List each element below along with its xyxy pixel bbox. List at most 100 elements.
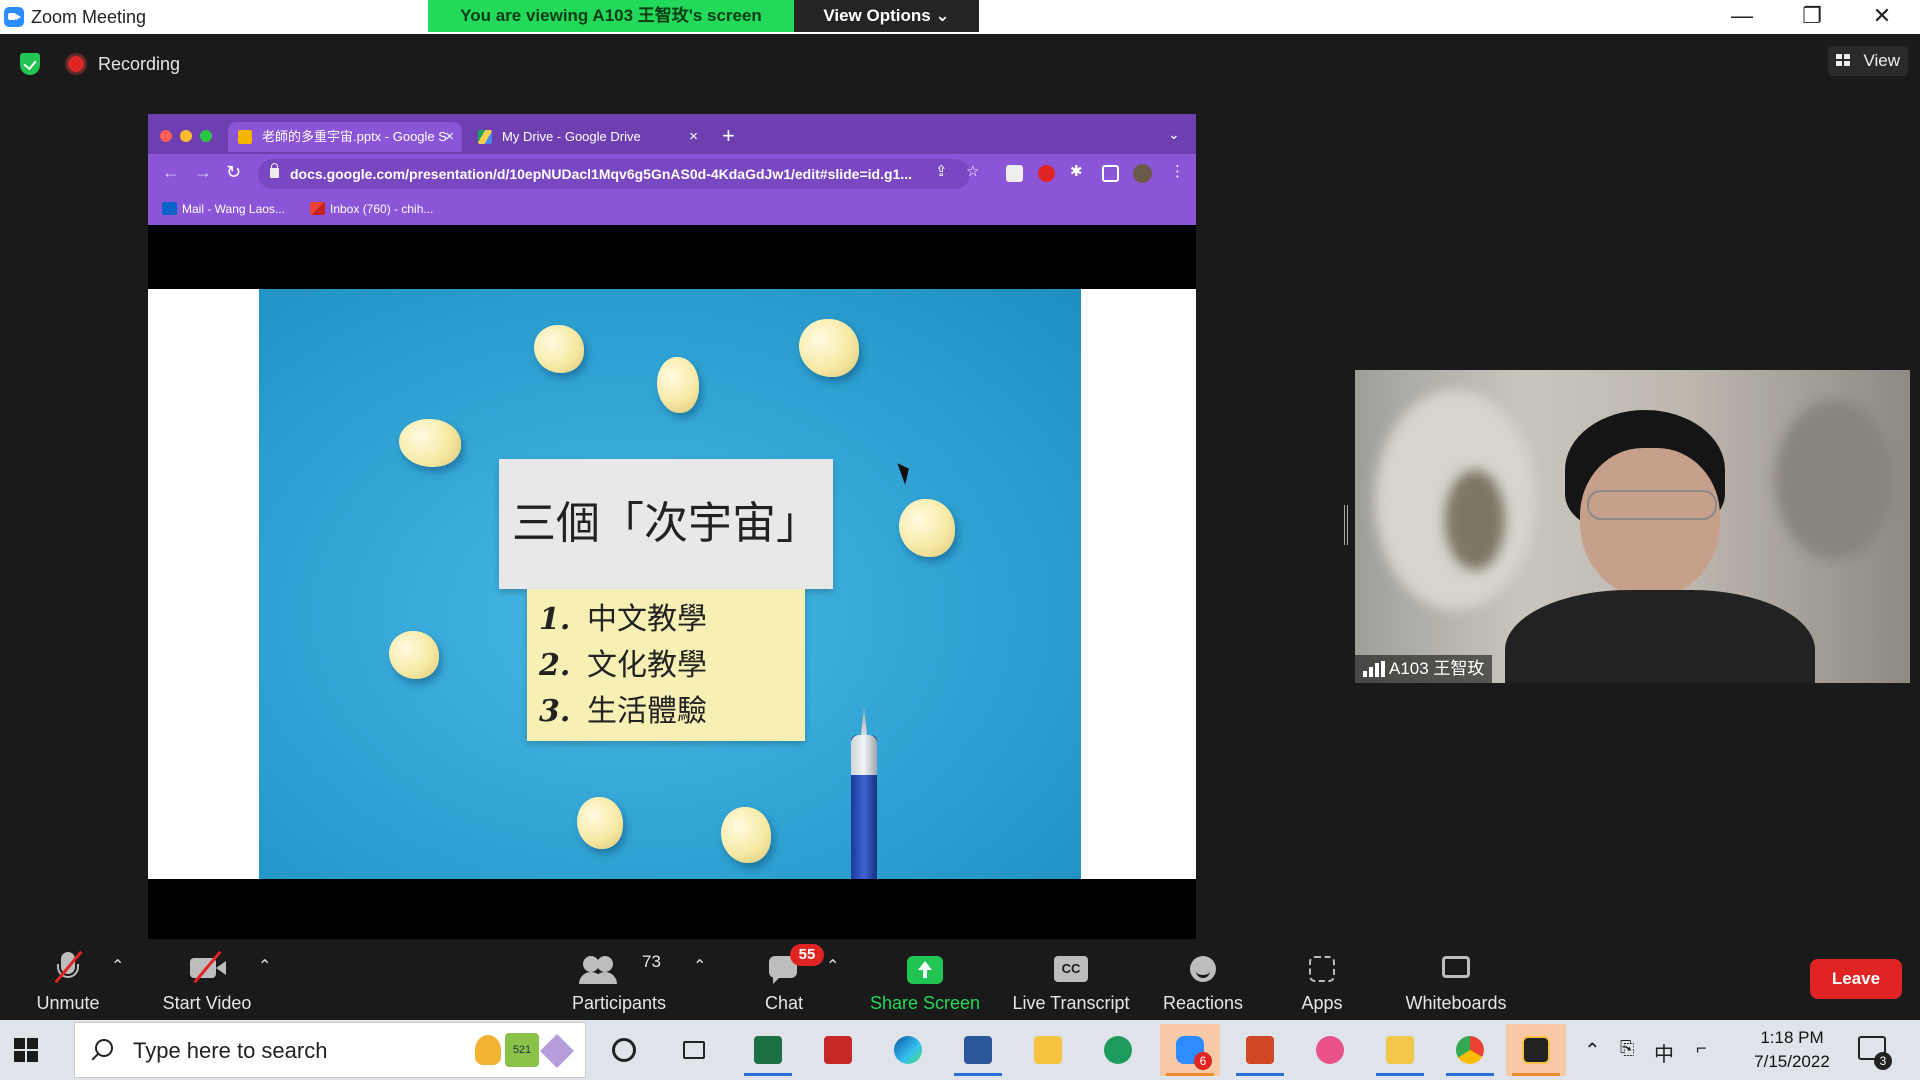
presentation-slide: 三個「次宇宙」 1. 中文教學 2. 文化教學 3. 生活體驗 [259,289,1081,879]
panel-splitter[interactable] [1344,505,1348,545]
profile-avatar[interactable] [1133,164,1152,183]
share-icon[interactable]: ⇪ [935,162,948,180]
video-off-icon [188,950,226,984]
google-drive-icon [478,130,492,144]
task-app-taskbar-icon[interactable] [1506,1024,1566,1076]
unmute-button[interactable]: Unmute [28,942,108,1020]
chrome-taskbar-icon[interactable] [1440,1024,1500,1076]
powerpoint-taskbar-icon[interactable] [1230,1024,1290,1076]
zoom-window: Zoom Meeting You are viewing A103 王智玫's … [0,0,1920,1080]
participants-count: 73 [642,952,661,971]
star-icon[interactable]: ☆ [966,162,979,180]
excel-taskbar-icon[interactable] [738,1024,798,1076]
lock-icon [270,163,279,178]
browser-tab-slides[interactable]: 老師的多重宇宙.pptx - Google S × [228,122,462,152]
whiteboards-button[interactable]: Whiteboards [1400,942,1512,1020]
minimize-button[interactable]: — [1714,0,1770,34]
tab-label: 老師的多重宇宙.pptx - Google S [262,129,447,144]
closed-captions-icon: CC [1052,950,1090,984]
share-screen-button[interactable]: Share Screen [866,942,984,1020]
person-body [1505,590,1815,683]
outlook-taskbar-icon[interactable] [1370,1024,1430,1076]
signal-strength-icon [1363,661,1385,677]
bookmark-inbox[interactable]: Inbox (760) - chih... [310,202,433,216]
view-button[interactable]: View [1828,46,1908,76]
windows-start-icon[interactable] [14,1038,38,1062]
shared-screen[interactable]: 老師的多重宇宙.pptx - Google S × My Drive - Goo… [148,114,1196,939]
snipping-tool-taskbar-icon[interactable] [1300,1024,1360,1076]
url-field[interactable]: docs.google.com/presentation/d/10epNUDac… [258,159,970,189]
edge-taskbar-icon[interactable] [878,1024,938,1076]
leave-button[interactable]: Leave [1810,959,1902,999]
back-icon[interactable]: ← [162,162,180,183]
tab-close-icon[interactable]: × [689,122,698,152]
reactions-button[interactable]: Reactions [1158,942,1248,1020]
zoom-app-icon [4,7,24,27]
tab-search-icon[interactable]: ⌄ [1168,126,1180,143]
address-bar-row: ← → ↻ docs.google.com/presentation/d/10e… [148,154,1196,194]
share-screen-icon [906,950,944,984]
security-shield-icon[interactable] [20,53,40,75]
participant-name: A103 王智玫 [1389,659,1485,678]
paper-ball-image [799,319,859,377]
search-icon [95,1039,113,1057]
zoom-taskbar-icon[interactable]: 6 [1160,1024,1220,1076]
bookmark-mail[interactable]: Mail - Wang Laos... [162,202,285,216]
tab-close-icon[interactable]: × [445,122,454,152]
search-highlight-image: 521 [475,1033,575,1069]
forward-icon[interactable]: → [194,162,212,183]
paper-ball-image [657,357,699,413]
live-transcript-button[interactable]: CC Live Transcript [1004,942,1138,1020]
chat-options-caret-icon[interactable]: ⌃ [826,956,839,976]
minimize-dot-icon[interactable] [180,130,192,142]
new-tab-icon[interactable]: + [722,124,735,148]
audio-options-caret-icon[interactable]: ⌃ [111,956,124,976]
puzzle-icon[interactable]: ✱ [1070,162,1083,180]
restore-button[interactable]: ❐ [1784,0,1840,34]
task-view-button[interactable] [664,1024,724,1076]
participants-icon [579,950,617,984]
zoom-dot-icon[interactable] [200,130,212,142]
clock-time: 1:18 PM [1760,1028,1824,1047]
participant-video[interactable] [1355,370,1910,683]
slide-list-card: 1. 中文教學 2. 文化教學 3. 生活體驗 [527,589,805,741]
taskbar-search-input[interactable]: Type here to search 521 [74,1022,586,1078]
video-options-caret-icon[interactable]: ⌃ [258,956,271,976]
close-button[interactable]: ✕ [1854,0,1910,34]
start-video-button[interactable]: Start Video [152,942,262,1020]
ime-mode-icon[interactable]: ⌐ [1696,1038,1707,1059]
gmail-icon [310,202,325,215]
participants-options-caret-icon[interactable]: ⌃ [693,956,706,976]
paper-ball-image [534,325,584,373]
close-dot-icon[interactable] [160,130,172,142]
paper-ball-image [389,631,439,679]
pdf-reader-taskbar-icon[interactable] [808,1024,868,1076]
paper-ball-image [399,419,461,467]
word-taskbar-icon[interactable] [948,1024,1008,1076]
extension-icon[interactable] [1006,165,1023,182]
bookmarks-bar: Mail - Wang Laos... Inbox (760) - chih..… [148,194,1196,225]
side-panel-icon[interactable] [1102,165,1119,182]
reload-icon[interactable]: ↻ [226,162,241,183]
cortana-button[interactable] [594,1024,654,1076]
apps-icon [1303,950,1341,984]
slide-list-item: 3. 生活體驗 [539,694,707,729]
glasses [1587,490,1717,520]
taskbar-clock[interactable]: 1:18 PM 7/15/2022 [1742,1026,1842,1074]
kebab-menu-icon[interactable]: ⋮ [1170,162,1185,180]
ime-indicator[interactable]: 中 [1654,1038,1674,1067]
paper-ball-image [721,807,771,863]
file-explorer-taskbar-icon[interactable] [1018,1024,1078,1076]
edge-dev-taskbar-icon[interactable] [1088,1024,1148,1076]
bookmark-label: Mail - Wang Laos... [182,202,285,216]
window-title: Zoom Meeting [31,7,147,27]
view-options-button[interactable]: View Options ⌄ [794,0,979,32]
browser-tab-drive[interactable]: My Drive - Google Drive × [468,122,706,152]
participant-name-label: A103 王智玫 [1355,655,1493,683]
meet-now-icon[interactable]: ⎘ [1620,1038,1634,1059]
apps-button[interactable]: Apps [1290,942,1354,1020]
extension-record-icon[interactable] [1038,165,1055,182]
meeting-controls: Unmute ⌃ Start Video ⌃ Participants 73 ⌃… [0,942,1920,1020]
show-hidden-icons-icon[interactable]: ⌃ [1584,1038,1601,1063]
slide-title: 三個「次宇宙」 [499,459,833,589]
